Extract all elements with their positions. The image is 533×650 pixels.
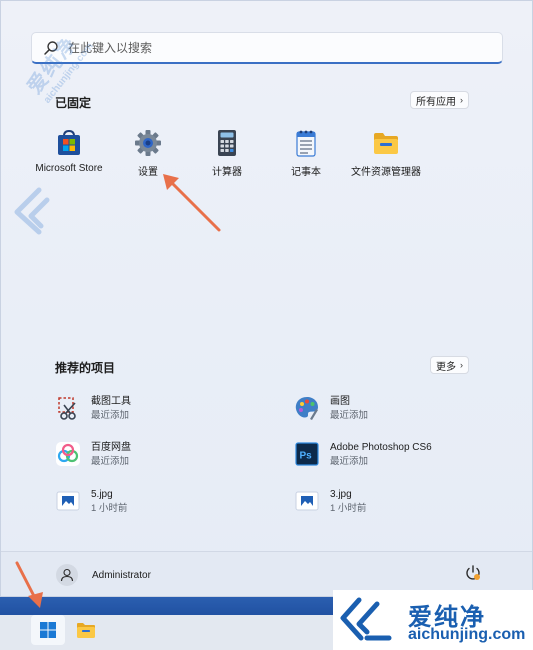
pinned-app-calculator[interactable]: 计算器 <box>187 129 267 178</box>
recommended-item-subtitle: 1 小时前 <box>330 503 367 514</box>
recommended-item-photoshop[interactable]: Ps Adobe Photoshop CS6 最近添加 <box>294 441 432 468</box>
watermark-logo-icon <box>14 187 50 235</box>
file-explorer-icon <box>374 133 398 154</box>
windows-logo-icon <box>40 622 56 638</box>
all-apps-label: 所有应用 <box>416 96 456 108</box>
microsoft-store-icon <box>58 129 80 155</box>
notepad-icon <box>296 130 316 157</box>
image-file-icon <box>55 488 81 514</box>
snipping-tool-icon <box>55 395 81 421</box>
recommended-item-name: 画图 <box>330 396 350 407</box>
all-apps-button[interactable]: 所有应用 › <box>410 91 469 109</box>
start-menu: 已固定 所有应用 › Microsoft Store <box>0 0 533 597</box>
pinned-section-title: 已固定 <box>55 96 92 110</box>
watermark-url: aichunjing.com <box>408 626 526 643</box>
search-input[interactable] <box>68 40 468 55</box>
settings-gear-icon <box>135 130 161 156</box>
power-icon[interactable] <box>464 564 482 582</box>
taskbar-file-explorer-button[interactable] <box>69 615 103 645</box>
start-button[interactable] <box>31 615 65 645</box>
image-file-icon <box>294 488 320 514</box>
recommended-item-subtitle: 最近添加 <box>330 456 369 467</box>
recommended-item-3-jpg[interactable]: 3.jpg 1 小时前 <box>294 488 366 515</box>
pinned-app-label: 记事本 <box>291 167 321 178</box>
paint-icon <box>294 395 320 421</box>
recommended-item-name: Adobe Photoshop CS6 <box>330 442 432 453</box>
recommended-item-baidu-netdisk[interactable]: 百度网盘 最近添加 <box>55 441 131 468</box>
pinned-app-microsoft-store[interactable]: Microsoft Store <box>29 129 109 174</box>
calculator-icon <box>218 130 236 156</box>
more-button[interactable]: 更多 › <box>430 356 469 374</box>
user-avatar-icon <box>56 564 78 586</box>
file-explorer-icon <box>77 623 95 638</box>
user-account[interactable]: Administrator <box>56 564 151 586</box>
pinned-app-label: 设置 <box>138 167 158 178</box>
chevron-right-icon: › <box>460 360 463 370</box>
recommended-item-subtitle: 最近添加 <box>91 456 130 467</box>
pinned-app-file-explorer[interactable]: 文件资源管理器 <box>346 129 426 178</box>
recommended-item-subtitle: 最近添加 <box>330 410 369 421</box>
recommended-item-name: 百度网盘 <box>91 442 131 453</box>
search-box[interactable] <box>31 32 503 64</box>
baidu-netdisk-icon <box>55 441 81 467</box>
pinned-app-label: 计算器 <box>212 167 242 178</box>
recommended-item-name: 截图工具 <box>91 396 131 407</box>
recommended-item-paint[interactable]: 画图 最近添加 <box>294 395 368 422</box>
recommended-item-subtitle: 最近添加 <box>91 410 130 421</box>
pinned-app-notepad[interactable]: 记事本 <box>266 129 346 178</box>
pinned-app-label: 文件资源管理器 <box>351 167 421 178</box>
recommended-item-name: 3.jpg <box>330 489 352 500</box>
recommended-item-subtitle: 1 小时前 <box>91 503 128 514</box>
more-label: 更多 <box>436 361 456 373</box>
pinned-app-label: Microsoft Store <box>35 163 103 174</box>
svg-text:Ps: Ps <box>300 451 313 462</box>
recommended-item-5-jpg[interactable]: 5.jpg 1 小时前 <box>55 488 127 515</box>
recommended-item-name: 5.jpg <box>91 489 113 500</box>
username: Administrator <box>92 569 151 581</box>
recommended-item-snipping-tool[interactable]: 截图工具 最近添加 <box>55 395 131 422</box>
recommended-section-title: 推荐的项目 <box>55 361 116 375</box>
chevron-right-icon: › <box>460 95 463 105</box>
photoshop-icon: Ps <box>294 441 320 467</box>
pinned-app-settings[interactable]: 设置 <box>108 129 188 178</box>
